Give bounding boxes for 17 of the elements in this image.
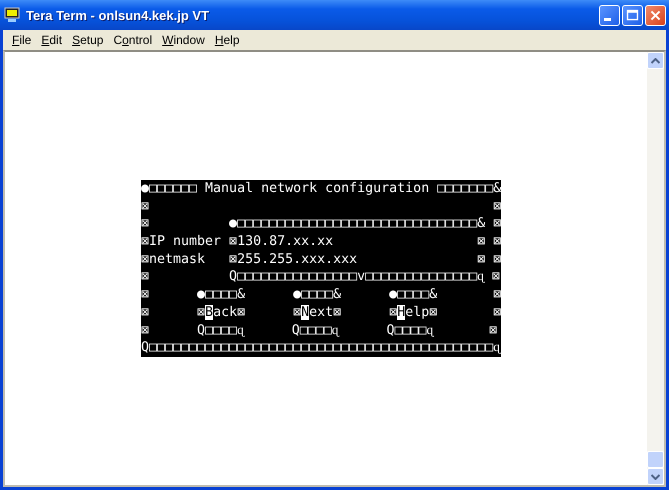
terminal-output: ●□□□□□□ Manual network configuration □□□□□□□& ⊠ ⊠ ⊠ ●□□□□□□□□□□□□□□□□□□□□□□□□□□□□□□& ⊠ ⊠IP number ⊠130.87.xx.xx ⊠ ⊠ ⊠netmask ⊠255.255.xxx.xxx ⊠ ⊠ ⊠ Q□□□□□□□□□□□□□□□v□□□□□□□□□□□□□□ɋ ⊠ ⊠ ●□□□□& ●□□□□& ●□□□□& ⊠ ⊠ ⊠Back⊠ ⊠Next⊠ ⊠Help⊠ ⊠ ⊠ Q□□□□ɋ Q□□□□ɋ Q□□□□ɋ ⊠ Q□□□□□□□□□□□□□□□□□□□□□□□□□□□□□□□□□□□□□□□□□□□ɋ bbox=[141, 180, 502, 357]
scroll-up-button[interactable] bbox=[647, 52, 664, 69]
menu-item[interactable]: Control bbox=[108, 32, 158, 48]
scrollbar[interactable] bbox=[647, 52, 664, 485]
close-button[interactable] bbox=[645, 4, 666, 26]
scroll-down-button[interactable] bbox=[647, 468, 664, 485]
menu-item[interactable]: Help bbox=[210, 32, 245, 48]
menu-item[interactable]: File bbox=[7, 32, 36, 48]
minimize-icon bbox=[604, 18, 611, 20]
menu-item[interactable]: Edit bbox=[36, 32, 68, 48]
minimize-button[interactable] bbox=[599, 4, 620, 26]
window-title: Tera Term - onlsun4.kek.jp VT bbox=[26, 8, 210, 22]
menu-item[interactable]: Window bbox=[157, 32, 210, 48]
scroll-thumb[interactable] bbox=[647, 451, 664, 468]
terminal-icon bbox=[4, 7, 20, 23]
menu-item[interactable]: Setup bbox=[67, 32, 108, 48]
maximize-button[interactable] bbox=[622, 4, 643, 26]
